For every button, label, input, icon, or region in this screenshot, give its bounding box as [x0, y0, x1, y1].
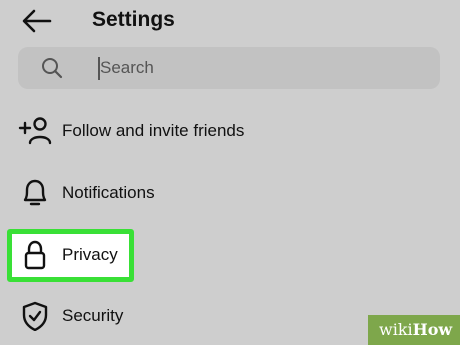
watermark-prefix: wiki — [379, 320, 413, 339]
app-header: Settings — [0, 0, 460, 44]
menu-item-privacy[interactable]: Privacy — [0, 232, 460, 278]
bell-icon — [23, 179, 47, 206]
search-bar[interactable] — [18, 47, 440, 89]
menu-item-label: Follow and invite friends — [62, 121, 245, 140]
menu-item-label: Notifications — [62, 183, 155, 202]
add-person-icon — [18, 117, 52, 145]
lock-icon — [24, 240, 46, 270]
menu-item-notifications[interactable]: Notifications — [0, 170, 460, 216]
page-title: Settings — [92, 8, 175, 31]
back-button[interactable] — [20, 6, 54, 36]
menu-item-label: Security — [62, 306, 124, 325]
menu-item-label: Privacy — [62, 245, 118, 264]
search-icon — [42, 58, 63, 79]
shield-check-icon — [22, 301, 48, 331]
watermark-suffix: How — [412, 320, 453, 339]
arrow-left-icon — [22, 9, 52, 33]
wikihow-watermark: wikiHow — [368, 315, 460, 345]
menu-item-follow-invite[interactable]: Follow and invite friends — [0, 108, 460, 154]
search-input[interactable] — [100, 53, 420, 83]
